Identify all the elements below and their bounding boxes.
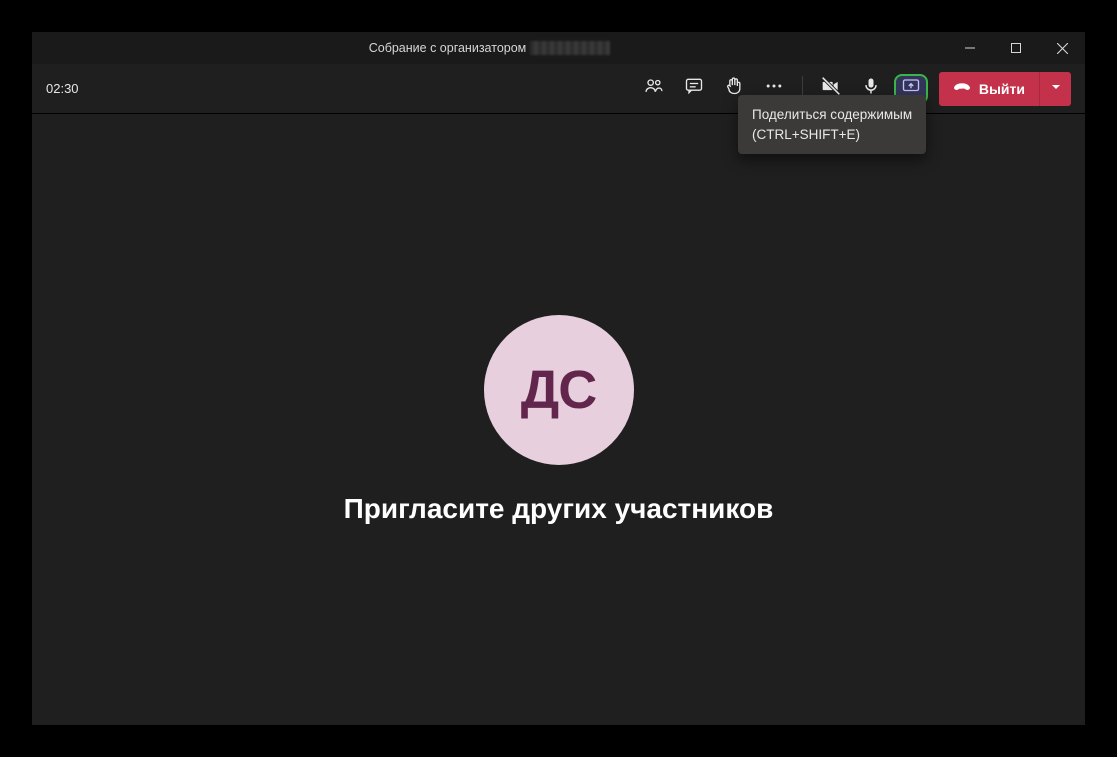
window-title: Собрание с организатором [32, 41, 947, 55]
avatar-initials: ДС [521, 359, 596, 421]
chat-icon [684, 76, 704, 101]
share-tooltip: Поделиться содержимым (CTRL+SHIFT+E) [738, 95, 926, 154]
hangup-icon [953, 78, 971, 99]
leave-label: Выйти [979, 81, 1025, 97]
tooltip-line2: (CTRL+SHIFT+E) [752, 125, 912, 145]
titlebar: Собрание с организатором [32, 32, 1085, 64]
meeting-stage: ДС Пригласите других участников [32, 114, 1085, 725]
close-button[interactable] [1039, 32, 1085, 64]
leave-button[interactable]: Выйти [939, 72, 1039, 106]
minimize-button[interactable] [947, 32, 993, 64]
participants-button[interactable] [634, 69, 674, 109]
avatar: ДС [484, 315, 634, 465]
title-organizer-redacted [530, 41, 610, 55]
maximize-button[interactable] [993, 32, 1039, 64]
chevron-down-icon [1050, 81, 1062, 96]
meeting-timer: 02:30 [46, 81, 79, 96]
meeting-toolbar: 02:30 [32, 64, 1085, 114]
leave-options-button[interactable] [1039, 72, 1071, 106]
window-controls [947, 32, 1085, 64]
people-icon [644, 76, 664, 101]
tooltip-line1: Поделиться содержимым [752, 105, 912, 125]
meeting-window: Собрание с организатором 02:30 [32, 32, 1085, 725]
title-prefix: Собрание с организатором [369, 41, 527, 55]
leave-button-group: Выйти [939, 72, 1071, 106]
chat-button[interactable] [674, 69, 714, 109]
invite-participants-text: Пригласите других участников [344, 493, 774, 525]
